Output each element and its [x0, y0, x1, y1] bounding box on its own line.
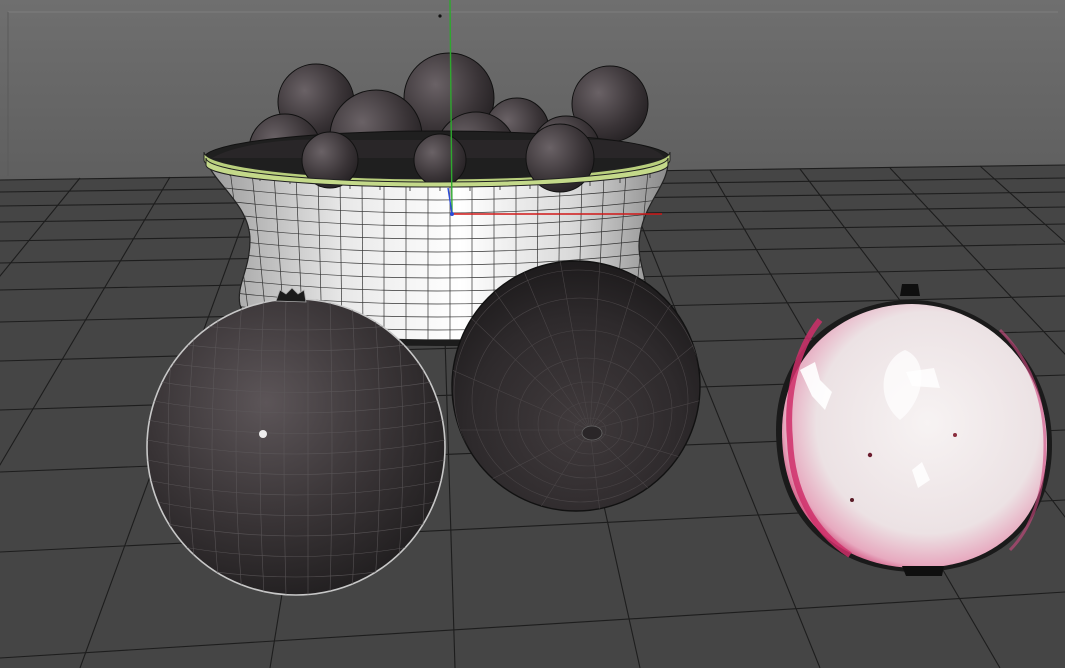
pomegranate-half-stem	[900, 284, 920, 296]
pomegranate-half-base	[902, 566, 944, 576]
seed-dot-1	[867, 452, 873, 458]
pomegranate-bottom-calyx	[581, 425, 603, 441]
seed-dot-2	[953, 433, 957, 437]
specular-highlight	[259, 430, 267, 438]
scene-canvas[interactable]	[0, 0, 1065, 668]
axis-origin[interactable]	[450, 212, 454, 216]
3d-viewport[interactable]	[0, 0, 1065, 668]
viewport-marker-dot	[438, 14, 442, 18]
seed-dot-3	[850, 498, 854, 502]
bowl-fruit-front-3[interactable]	[413, 133, 467, 187]
